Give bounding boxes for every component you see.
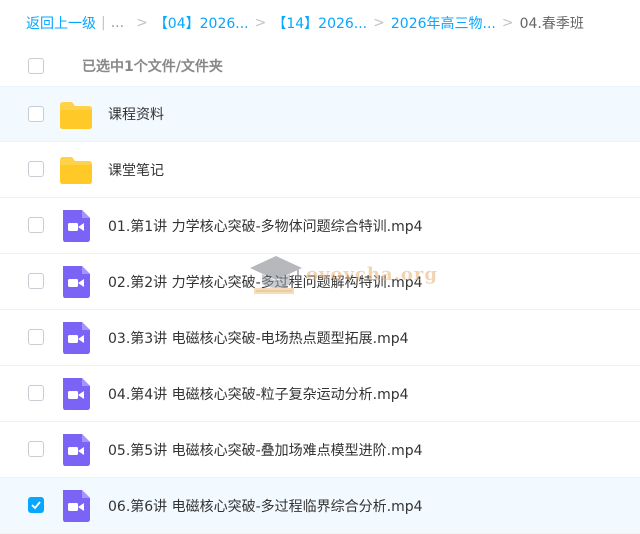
chevron-right-icon: > [254, 15, 267, 31]
video-file-icon [58, 490, 94, 522]
file-name[interactable]: 03.第3讲 电磁核心突破-电场热点题型拓展.mp4 [108, 328, 409, 348]
file-name[interactable]: 课程资料 [108, 104, 164, 124]
video-file-icon [58, 210, 94, 242]
file-name[interactable]: 01.第1讲 力学核心突破-多物体问题综合特训.mp4 [108, 216, 423, 236]
row-checkbox[interactable] [28, 385, 44, 401]
breadcrumb: 返回上一级 | ... > 【04】2026... > 【14】2026... … [26, 0, 640, 46]
breadcrumb-item-1[interactable]: 【04】2026... [154, 13, 249, 33]
breadcrumb-item-2[interactable]: 【14】2026... [272, 13, 367, 33]
chevron-right-icon: > [136, 15, 148, 31]
file-row[interactable]: 02.第2讲 力学核心突破-多过程问题解构特训.mp4 [0, 254, 640, 310]
file-name[interactable]: 课堂笔记 [108, 160, 164, 180]
folder-icon [58, 154, 94, 186]
row-checkbox[interactable] [28, 161, 44, 177]
file-row[interactable]: 04.第4讲 电磁核心突破-粒子复杂运动分析.mp4 [0, 366, 640, 422]
row-checkbox[interactable] [28, 106, 44, 122]
video-file-icon [58, 322, 94, 354]
row-checkbox[interactable] [28, 273, 44, 289]
file-name[interactable]: 05.第5讲 电磁核心突破-叠加场难点模型进阶.mp4 [108, 440, 423, 460]
row-checkbox[interactable] [28, 497, 44, 513]
selection-count-label: 已选中1个文件/文件夹 [82, 59, 223, 75]
file-row[interactable]: 03.第3讲 电磁核心突破-电场热点题型拓展.mp4 [0, 310, 640, 366]
breadcrumb-divider: | [101, 15, 106, 31]
file-name[interactable]: 06.第6讲 电磁核心突破-多过程临界综合分析.mp4 [108, 496, 423, 516]
back-link[interactable]: 返回上一级 [26, 13, 96, 33]
folder-icon [58, 99, 94, 131]
file-list: 课程资料课堂笔记 01.第1讲 力学核心突破-多物体问题综合特训.mp4 02.第2… [0, 86, 640, 534]
file-row[interactable]: 06.第6讲 电磁核心突破-多过程临界综合分析.mp4 [0, 478, 640, 534]
breadcrumb-item-3[interactable]: 2026年高三物... [391, 13, 496, 33]
row-checkbox[interactable] [28, 217, 44, 233]
chevron-right-icon: > [501, 15, 514, 31]
row-checkbox[interactable] [28, 329, 44, 345]
chevron-right-icon: > [373, 15, 385, 31]
file-name[interactable]: 02.第2讲 力学核心突破-多过程问题解构特训.mp4 [108, 272, 423, 292]
video-file-icon [58, 434, 94, 466]
row-checkbox[interactable] [28, 441, 44, 457]
folder-row[interactable]: 课堂笔记 [0, 142, 640, 198]
file-row[interactable]: 01.第1讲 力学核心突破-多物体问题综合特训.mp4 [0, 198, 640, 254]
video-file-icon [58, 378, 94, 410]
breadcrumb-ellipsis[interactable]: ... [111, 15, 124, 31]
video-file-icon [58, 266, 94, 298]
breadcrumb-current: 04.春季班 [519, 16, 584, 32]
file-name[interactable]: 04.第4讲 电磁核心突破-粒子复杂运动分析.mp4 [108, 384, 409, 404]
folder-row[interactable]: 课程资料 [0, 86, 640, 142]
file-row[interactable]: 05.第5讲 电磁核心突破-叠加场难点模型进阶.mp4 [0, 422, 640, 478]
select-all-checkbox[interactable] [28, 58, 44, 74]
selection-bar: 已选中1个文件/文件夹 [0, 46, 640, 86]
